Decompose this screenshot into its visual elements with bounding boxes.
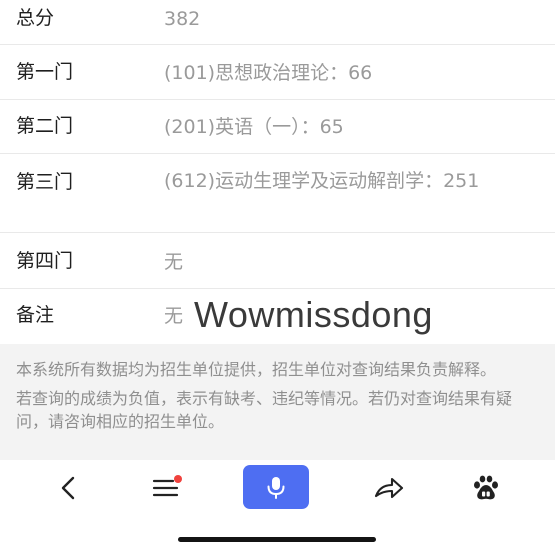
score-value: 无 bbox=[164, 251, 184, 273]
baidu-button[interactable] bbox=[464, 466, 508, 510]
score-value: (612)运动生理学及运动解剖学：251 bbox=[164, 170, 480, 192]
home-indicator[interactable] bbox=[178, 537, 376, 542]
voice-search-button[interactable] bbox=[243, 465, 309, 509]
score-label: 第三门 bbox=[16, 171, 74, 193]
back-icon bbox=[61, 476, 75, 500]
score-row-subject-1: 第一门 (101)思想政治理论：66 bbox=[0, 45, 555, 100]
score-label: 第一门 bbox=[16, 61, 74, 83]
share-button[interactable] bbox=[366, 466, 412, 510]
back-button[interactable] bbox=[48, 466, 88, 510]
score-value: (101)思想政治理论：66 bbox=[164, 62, 373, 84]
baidu-icon bbox=[474, 475, 498, 500]
microphone-icon bbox=[267, 477, 285, 499]
score-label: 备注 bbox=[16, 304, 55, 326]
watermark-text: Wowmissdong bbox=[194, 294, 433, 335]
score-row-subject-2: 第二门 (201)英语（一）：65 bbox=[0, 100, 555, 154]
score-label: 总分 bbox=[16, 7, 55, 29]
share-icon bbox=[374, 477, 404, 499]
score-row-subject-4: 第四门 无 bbox=[0, 233, 555, 289]
disclaimer-line: 本系统所有数据均为招生单位提供，招生单位对查询结果负责解释。 bbox=[16, 360, 497, 379]
score-row-total: 总分 382 bbox=[0, 0, 555, 45]
score-label: 第二门 bbox=[16, 115, 74, 137]
score-value: 无 bbox=[164, 305, 184, 327]
score-value: (201)英语（一）：65 bbox=[164, 116, 344, 138]
disclaimer-notice: 本系统所有数据均为招生单位提供，招生单位对查询结果负责解释。 若查询的成绩为负值… bbox=[0, 344, 555, 460]
score-row-subject-3: 第三门 (612)运动生理学及运动解剖学：251 bbox=[0, 154, 555, 233]
disclaimer-line: 若查询的成绩为负值，表示有缺考、违纪等情况。若仍对查询结果有疑问，请咨询相应的招… bbox=[16, 389, 513, 431]
menu-button[interactable] bbox=[144, 466, 188, 510]
score-label: 第四门 bbox=[16, 250, 74, 272]
notification-dot bbox=[174, 475, 182, 483]
bottom-toolbar bbox=[0, 460, 555, 520]
score-value: 382 bbox=[164, 8, 201, 30]
score-list: 总分 382 第一门 (101)思想政治理论：66 第二门 (201)英语（一）… bbox=[0, 0, 555, 344]
